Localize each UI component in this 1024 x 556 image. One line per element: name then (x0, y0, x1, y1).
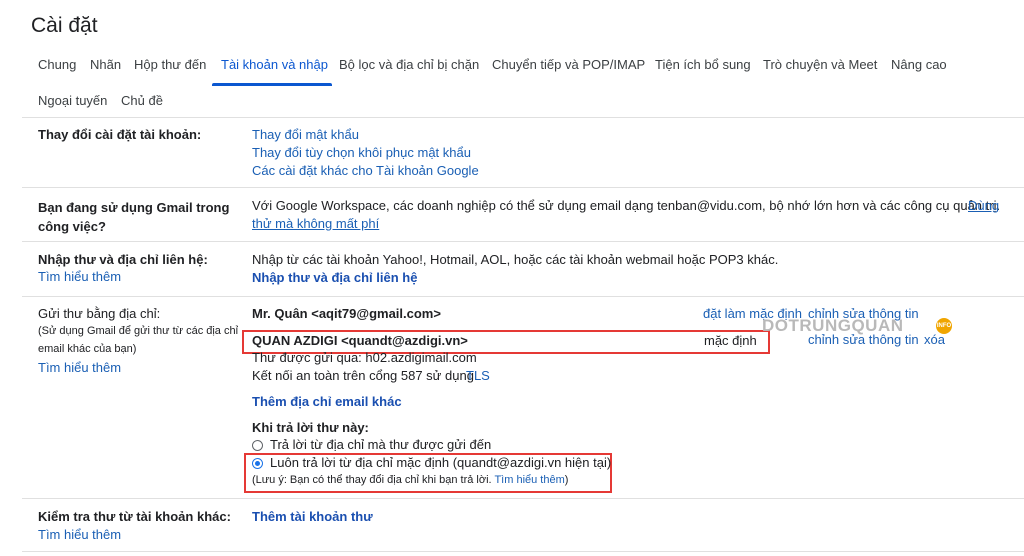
change-password-link[interactable]: Thay đổi mật khẩu (252, 127, 359, 142)
tab-accounts-and-import[interactable]: Tài khoản và nhập (221, 57, 328, 72)
google-account-settings-link[interactable]: Các cài đặt khác cho Tài khoản Google (252, 163, 479, 178)
send-as-address: Mr. Quân <aqit79@gmail.com> (252, 306, 441, 321)
tabs-divider (22, 117, 1024, 118)
row-divider (22, 498, 1024, 499)
workspace-text: Với Google Workspace, các doanh nghiệp c… (252, 198, 1001, 213)
add-email-address-link[interactable]: Thêm địa chỉ email khác (252, 394, 402, 409)
watermark-logo: DOTRUNGQUAN (762, 316, 904, 335)
tab-filters-blocked[interactable]: Bộ lọc và địa chỉ bị chặn (339, 57, 479, 72)
workspace-label: Bạn đang sử dụng Gmail trong công việc? (38, 200, 230, 234)
change-recovery-link[interactable]: Thay đổi tùy chọn khôi phục mật khẩu (252, 145, 471, 160)
send-as-note: (Sử dụng Gmail để gửi thư từ các địa chỉ (38, 325, 239, 337)
import-text: Nhập từ các tài khoản Yahoo!, Hotmail, A… (252, 252, 779, 267)
tab-general[interactable]: Chung (38, 57, 76, 72)
reply-heading: Khi trả lời thư này: (252, 420, 369, 435)
send-as-address: QUAN AZDIGI <quandt@azdigi.vn> (252, 333, 468, 348)
row-divider (22, 241, 1024, 242)
send-as-learn-more-link[interactable]: Tìm hiểu thêm (38, 360, 121, 375)
send-as-label: Gửi thư bằng địa chỉ: (38, 306, 161, 321)
send-as-note-cont: email khác của bạn) (38, 343, 137, 355)
reply-note-learn-more-link[interactable]: Tìm hiểu thêm (494, 474, 564, 486)
add-mail-account-link[interactable]: Thêm tài khoản thư (252, 509, 373, 524)
reply-note-end: ) (564, 474, 569, 486)
default-status-badge: mặc định (704, 333, 757, 348)
tab-offline[interactable]: Ngoại tuyến (38, 93, 107, 108)
row-divider (22, 551, 1024, 552)
tab-advanced[interactable]: Nâng cao (891, 57, 947, 72)
reply-note-text: (Lưu ý: Bạn có thể thay đổi địa chỉ khi … (252, 474, 492, 486)
check-mail-label: Kiểm tra thư từ tài khoản khác: (38, 509, 231, 524)
row-divider (22, 187, 1024, 188)
workspace-trial-link[interactable]: Dùng (968, 198, 999, 213)
tab-forwarding-pop-imap[interactable]: Chuyển tiếp và POP/IMAP (492, 57, 645, 72)
tab-chat-meet[interactable]: Trò chuyện và Meet (763, 57, 877, 72)
change-account-label: Thay đổi cài đặt tài khoản: (38, 127, 202, 142)
tls-link[interactable]: TLS (466, 368, 490, 383)
reply-option-label: Luôn trả lời từ địa chỉ mặc định (quandt… (270, 455, 612, 470)
row-divider (22, 296, 1024, 297)
reply-from-sent-to-radio[interactable] (252, 440, 263, 451)
tab-inbox[interactable]: Hộp thư đến (134, 57, 206, 72)
import-label: Nhập thư và địa chỉ liên hệ: (38, 252, 208, 267)
watermark-badge: INFO (936, 318, 952, 334)
reply-option-label: Trả lời từ địa chỉ mà thư được gửi đến (270, 437, 492, 452)
reply-note: (Lưu ý: Bạn có thể thay đổi địa chỉ khi … (252, 474, 568, 486)
active-tab-indicator (212, 83, 332, 86)
tab-addons[interactable]: Tiện ích bổ sung (655, 57, 751, 72)
always-reply-default-radio[interactable] (252, 458, 263, 469)
page-title: Cài đặt (31, 14, 98, 37)
secure-connection-text: Kết nối an toàn trên cổng 587 sử dụng (252, 368, 474, 383)
tab-labels[interactable]: Nhãn (90, 57, 121, 72)
import-mail-contacts-link[interactable]: Nhập thư và địa chỉ liên hệ (252, 270, 417, 285)
tab-themes[interactable]: Chủ đề (121, 93, 163, 108)
delete-address-link[interactable]: xóa (924, 332, 945, 347)
workspace-trial-link-cont[interactable]: thử mà không mất phí (252, 216, 379, 231)
sent-via-text: Thư được gửi qua: h02.azdigimail.com (252, 350, 477, 365)
check-mail-learn-more-link[interactable]: Tìm hiểu thêm (38, 527, 121, 542)
import-learn-more-link[interactable]: Tìm hiểu thêm (38, 269, 121, 284)
